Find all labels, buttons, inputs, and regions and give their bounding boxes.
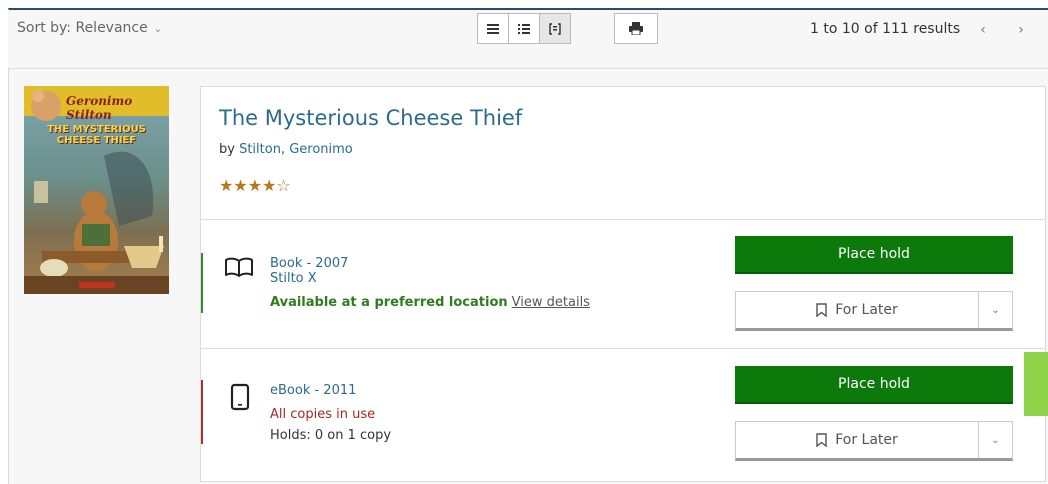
format-ebook-link[interactable]: eBook - 2011: [270, 383, 356, 398]
card-view-icon: [549, 22, 561, 35]
for-later-button[interactable]: For Later: [736, 422, 978, 458]
divider: [201, 219, 1045, 220]
for-later-dropdown[interactable]: ⌄: [978, 422, 1012, 458]
for-later-label: For Later: [835, 432, 898, 448]
book-icon-svg: [225, 257, 253, 277]
item-byline: by Stilton, Geronimo: [219, 142, 353, 157]
results-count: 1 to 10 of 111 results: [810, 21, 961, 37]
print-button[interactable]: [614, 13, 658, 44]
chevron-down-icon: ⌄: [991, 304, 1000, 316]
byline-prefix: by: [219, 142, 240, 157]
place-hold-button[interactable]: Place hold: [735, 366, 1013, 404]
availability-text: Available at a preferred location: [270, 295, 508, 310]
divider: [201, 348, 1045, 349]
format-book-group: Book - 2007 Stilto X: [270, 256, 348, 286]
prev-page-button[interactable]: ‹: [970, 17, 996, 43]
list-icon: [487, 23, 499, 34]
view-card-button[interactable]: [539, 13, 571, 44]
for-later-label: For Later: [835, 302, 898, 318]
item-title[interactable]: The Mysterious Cheese Thief: [219, 106, 522, 130]
sort-label: Sort by: Relevance: [17, 20, 148, 36]
availability-indicator-unavailable: [201, 380, 203, 444]
format-book-link[interactable]: Book - 2007: [270, 256, 348, 271]
printer-icon: [629, 22, 643, 35]
for-later-dropdown[interactable]: ⌄: [978, 292, 1012, 328]
bookmark-icon: [816, 303, 827, 317]
for-later-split-button[interactable]: For Later ⌄: [735, 421, 1013, 461]
author-link[interactable]: Stilton, Geronimo: [239, 142, 353, 157]
rating-stars[interactable]: ★★★★☆: [219, 176, 291, 195]
view-list-button[interactable]: [477, 13, 509, 44]
place-hold-label: Place hold: [838, 376, 910, 392]
place-hold-label: Place hold: [838, 246, 910, 262]
tablet-icon-svg: [230, 383, 250, 411]
view-mode-group: [477, 13, 571, 44]
place-hold-button[interactable]: Place hold: [735, 236, 1013, 274]
bulleted-list-icon: [518, 23, 530, 34]
availability-indicator-available: [201, 253, 203, 313]
for-later-button[interactable]: For Later: [736, 292, 978, 328]
chevron-down-icon: ⌄: [991, 434, 1000, 446]
view-details-link[interactable]: View details: [512, 295, 590, 310]
view-detail-list-button[interactable]: [508, 13, 540, 44]
call-number: Stilto X: [270, 271, 317, 286]
chevron-left-icon: ‹: [980, 22, 986, 38]
book-icon: [224, 255, 254, 283]
book-cover[interactable]: Geronimo Stilton THE MYSTERIOUS CHEESE T…: [24, 86, 169, 294]
next-page-button[interactable]: ›: [1008, 17, 1034, 43]
cover-illustration: [24, 90, 169, 294]
availability-status: Available at a preferred location View de…: [270, 295, 590, 310]
chevron-right-icon: ›: [1018, 22, 1024, 38]
for-later-split-button[interactable]: For Later ⌄: [735, 291, 1013, 331]
holds-count: Holds: 0 on 1 copy: [270, 428, 392, 443]
bookmark-icon: [816, 433, 827, 447]
chevron-down-icon: ⌄: [153, 24, 163, 35]
tablet-icon: [230, 383, 250, 415]
sort-dropdown[interactable]: Sort by: Relevance ⌄: [17, 20, 162, 36]
availability-status: All copies in use: [270, 407, 376, 422]
feedback-tab[interactable]: [1024, 352, 1048, 416]
